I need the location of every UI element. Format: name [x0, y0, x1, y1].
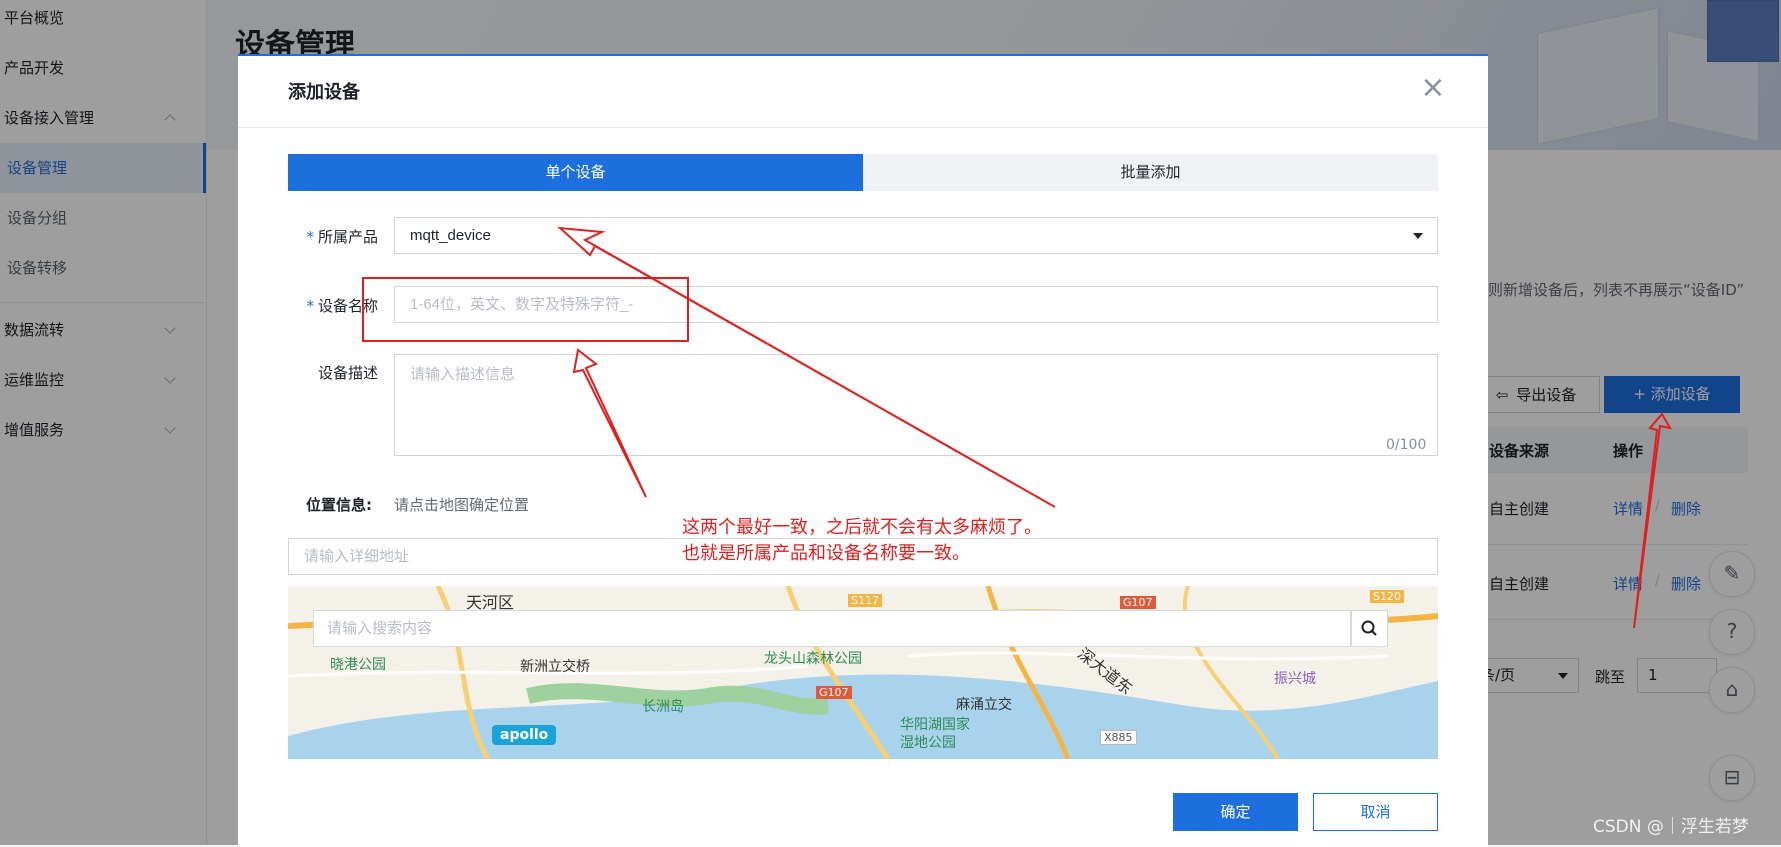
annotation-note: 这两个最好一致，之后就不会有太多麻烦了。 也就是所属产品和设备名称要一致。 [682, 515, 1042, 567]
arrow-to-name [572, 348, 647, 498]
arrow-to-add-button [1633, 412, 1672, 629]
annotation-arrows [557, 226, 1672, 629]
annotation-line: 这两个最好一致，之后就不会有太多麻烦了。 [682, 517, 1042, 538]
annotation-line: 也就是所属产品和设备名称要一致。 [682, 543, 970, 564]
watermark: CSDN @｜浮生若梦 [1593, 817, 1749, 837]
arrow-to-product [557, 226, 1056, 508]
